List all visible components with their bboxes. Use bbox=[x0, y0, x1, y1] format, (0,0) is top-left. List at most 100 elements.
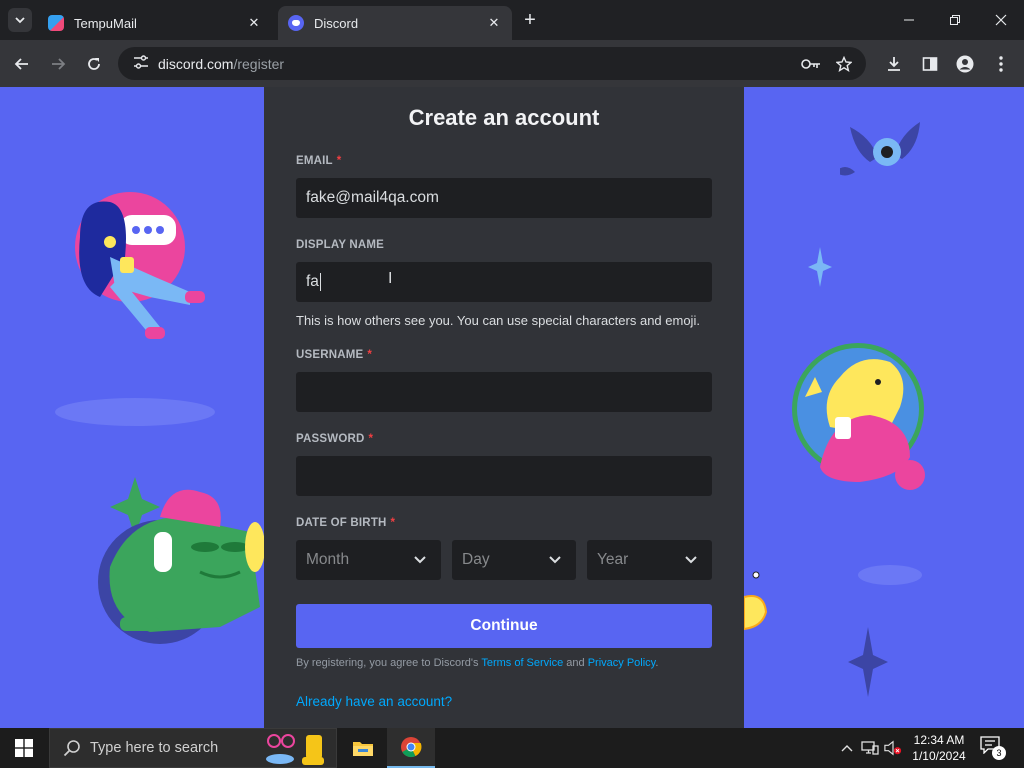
profile-icon[interactable] bbox=[954, 53, 976, 75]
taskbar-clock[interactable]: 12:34 AM 1/10/2024 bbox=[906, 732, 972, 764]
back-button[interactable] bbox=[8, 50, 36, 78]
email-field-value: fake@mail4qa.com bbox=[306, 189, 439, 206]
sparkle-icon bbox=[848, 627, 888, 697]
tab-title: Discord bbox=[314, 15, 359, 31]
chevron-down-icon bbox=[685, 556, 697, 564]
email-label-text: EMAIL bbox=[296, 155, 333, 167]
month-placeholder: Month bbox=[306, 551, 350, 568]
arrow-right-icon bbox=[52, 58, 66, 70]
file-explorer-button[interactable] bbox=[339, 728, 387, 768]
display-name-label: DISPLAY NAME bbox=[296, 239, 384, 251]
login-link[interactable]: Already have an account? bbox=[296, 694, 452, 709]
email-label: EMAIL * bbox=[296, 155, 341, 167]
chrome-icon bbox=[401, 737, 422, 758]
register-card: Create an account EMAIL * fake@mail4qa.co… bbox=[264, 87, 744, 728]
notification-count-badge: 3 bbox=[992, 746, 1006, 760]
bookmark-star-icon[interactable] bbox=[833, 53, 855, 75]
required-marker: * bbox=[390, 517, 396, 529]
privacy-policy-link[interactable]: Privacy Policy bbox=[588, 657, 656, 669]
reload-icon bbox=[88, 58, 100, 70]
new-tab-button[interactable]: + bbox=[518, 10, 542, 32]
tab-discord[interactable]: Discord ✕ bbox=[278, 6, 512, 40]
url-domain: discord.com bbox=[158, 55, 234, 72]
display-name-hint: This is how others see you. You can use … bbox=[296, 313, 700, 328]
bat-creature-illustration bbox=[840, 122, 920, 176]
url-text: discord.com/register bbox=[158, 56, 284, 72]
taskbar-search[interactable]: Type here to search bbox=[49, 728, 337, 768]
display-name-label-text: DISPLAY NAME bbox=[296, 239, 385, 251]
address-bar[interactable]: discord.com/register bbox=[118, 47, 866, 80]
username-label-text: USERNAME bbox=[296, 349, 364, 361]
tab-search-button[interactable] bbox=[8, 8, 32, 32]
required-marker: * bbox=[336, 155, 342, 167]
yellow-creature-illustration bbox=[792, 343, 925, 490]
sparkle-icon bbox=[808, 247, 832, 287]
terms-of-service-link[interactable]: Terms of Service bbox=[481, 657, 563, 669]
page-title: Create an account bbox=[408, 105, 600, 130]
tempumail-favicon-icon bbox=[48, 15, 64, 31]
minimize-button[interactable] bbox=[886, 0, 932, 40]
browser-toolbar: discord.com/register bbox=[0, 40, 1024, 87]
day-select[interactable]: Day bbox=[452, 540, 576, 580]
clock-time: 12:34 AM bbox=[913, 733, 965, 747]
clock-date: 1/10/2024 bbox=[912, 749, 966, 763]
terms-suffix: . bbox=[655, 657, 659, 669]
discord-favicon-icon bbox=[288, 15, 304, 31]
cloud-decoration bbox=[858, 565, 922, 585]
restore-icon bbox=[950, 15, 960, 25]
terms-and: and bbox=[563, 657, 588, 669]
password-label-text: PASSWORD bbox=[296, 433, 365, 445]
chevron-down-icon bbox=[549, 556, 561, 564]
email-field[interactable]: fake@mail4qa.com bbox=[296, 178, 712, 218]
windows-taskbar: Type here to search 12:34 AM 1/10/2024 3 bbox=[0, 728, 1024, 768]
username-field[interactable] bbox=[296, 372, 712, 412]
terms-notice: By registering, you agree to Discord's T… bbox=[296, 657, 658, 669]
more-menu-icon[interactable] bbox=[990, 53, 1012, 75]
password-field[interactable] bbox=[296, 456, 712, 496]
cloud-decoration bbox=[55, 398, 215, 426]
year-placeholder: Year bbox=[597, 551, 629, 568]
url-path: /register bbox=[233, 55, 285, 72]
volume-muted-icon[interactable] bbox=[884, 738, 902, 758]
required-marker: * bbox=[368, 433, 374, 445]
display-name-field[interactable]: fa I bbox=[296, 262, 712, 302]
month-select[interactable]: Month bbox=[296, 540, 441, 580]
notification-center-button[interactable]: 3 bbox=[980, 736, 1006, 760]
close-icon bbox=[995, 14, 1007, 26]
snail-illustration bbox=[744, 571, 768, 631]
terms-prefix: By registering, you agree to Discord's bbox=[296, 657, 482, 669]
windows-logo-icon bbox=[15, 739, 33, 757]
green-creature-illustration bbox=[98, 477, 265, 644]
restore-button[interactable] bbox=[932, 0, 978, 40]
girl-with-phone-illustration bbox=[75, 192, 205, 339]
side-panel-icon[interactable] bbox=[919, 53, 941, 75]
username-label: USERNAME * bbox=[296, 349, 372, 361]
display-name-field-value: fa bbox=[306, 273, 319, 290]
arrow-left-icon bbox=[14, 58, 28, 70]
close-tab-icon[interactable]: ✕ bbox=[486, 15, 502, 31]
chevron-down-icon bbox=[15, 17, 25, 24]
browser-titlebar: TempuMail ✕ Discord ✕ + bbox=[0, 0, 1024, 40]
discord-register-page: Create an account EMAIL * fake@mail4qa.co… bbox=[0, 87, 1024, 728]
chrome-taskbar-button[interactable] bbox=[387, 728, 435, 768]
close-window-button[interactable] bbox=[978, 0, 1024, 40]
i-beam-cursor-icon: I bbox=[388, 270, 393, 287]
network-icon[interactable] bbox=[861, 738, 879, 758]
tab-tempumail[interactable]: TempuMail ✕ bbox=[38, 6, 272, 40]
download-icon[interactable] bbox=[883, 53, 905, 75]
show-hidden-icons-icon[interactable] bbox=[838, 738, 856, 758]
password-key-icon[interactable] bbox=[800, 53, 822, 75]
forward-button[interactable] bbox=[44, 50, 72, 78]
text-caret bbox=[319, 273, 321, 291]
year-select[interactable]: Year bbox=[587, 540, 712, 580]
chevron-down-icon bbox=[414, 556, 426, 564]
site-info-icon[interactable] bbox=[126, 55, 156, 72]
close-tab-icon[interactable]: ✕ bbox=[246, 15, 262, 31]
date-of-birth-label-text: DATE OF BIRTH bbox=[296, 517, 387, 529]
date-of-birth-label: DATE OF BIRTH * bbox=[296, 517, 395, 529]
tab-title: TempuMail bbox=[74, 15, 137, 31]
continue-button[interactable]: Continue bbox=[296, 604, 712, 648]
day-placeholder: Day bbox=[462, 551, 490, 568]
reload-button[interactable] bbox=[80, 50, 108, 78]
start-button[interactable] bbox=[0, 728, 48, 768]
